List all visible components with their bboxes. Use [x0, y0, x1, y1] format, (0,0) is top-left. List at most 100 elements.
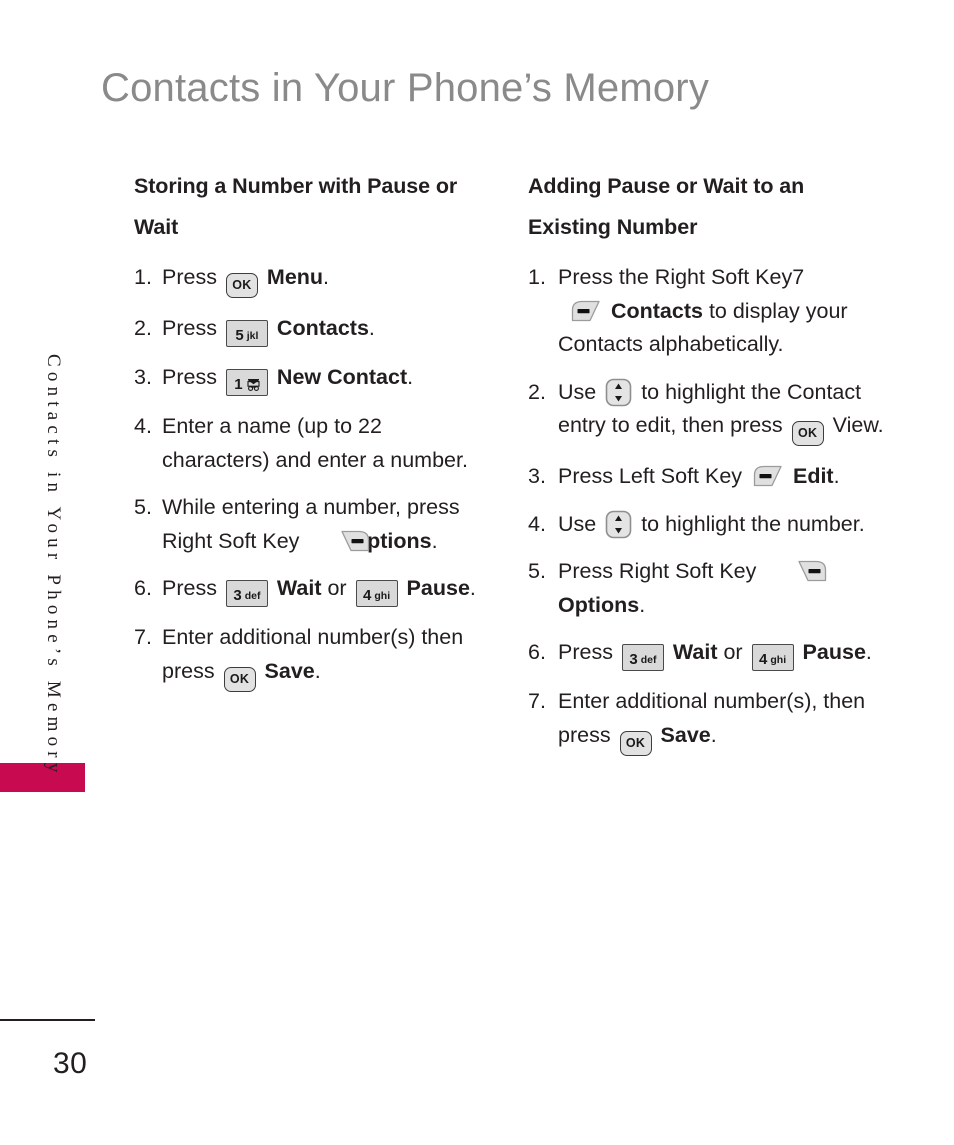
left-column: Storing a Number with Pause or Wait 1. Pr…	[134, 166, 494, 706]
keypad-5-key-icon: 5 jkl	[225, 320, 268, 347]
left_column-step-item: 5. While entering a number, press Right S…	[134, 491, 494, 558]
right_column-step-4-text: to highlight the number.	[635, 511, 865, 536]
right-soft-key-icon	[309, 530, 370, 552]
keypad-letters: def	[244, 590, 261, 602]
left_column-step-2-emphasis: Contacts	[270, 316, 369, 340]
step-number: 6.	[528, 640, 546, 664]
left_column-step-item: 4. Enter a name (up to 22 characters) and…	[134, 410, 494, 477]
keypad-digit: 5	[235, 327, 244, 344]
right_column-step-5-emphasis: Options	[558, 592, 640, 617]
vertical-chapter-label: Contacts in Your Phone’s Memory	[43, 354, 64, 778]
step-number: 3.	[528, 464, 546, 488]
right_column-step-3-emphasis: Edit	[787, 464, 834, 488]
right_column-step-7-text: .	[710, 722, 717, 747]
right_column-step-3-text: .	[833, 464, 840, 488]
left_column-step-5-text: .	[431, 528, 438, 553]
keypad-digit: 3	[233, 587, 242, 604]
keypad-letters: ghi	[770, 654, 787, 666]
navigation-up-down-key-icon	[605, 510, 632, 539]
left_column-step-1-emphasis: Menu	[260, 265, 324, 289]
ok-key-icon: OK	[791, 421, 824, 446]
keypad-3-key-icon: 3 def	[621, 644, 664, 671]
step-number: 3.	[134, 365, 152, 389]
right_column-step-item: 2. Use to highlight the Contact entry to …	[528, 376, 888, 446]
step-number: 5.	[134, 495, 152, 519]
left_column-step-item: 7. Enter additional number(s) then press …	[134, 621, 494, 692]
left_column-step-item: 3. Press 1 New Contact.	[134, 361, 494, 396]
left-soft-key-icon	[570, 300, 601, 322]
step-number: 1.	[134, 265, 152, 289]
right_column-step-2-text: View.	[826, 413, 884, 437]
left_column-step-6-emphasis: Wait	[270, 576, 322, 600]
left_column-step-6-text: .	[469, 576, 476, 600]
keypad-4-key-icon: 4 ghi	[751, 644, 794, 671]
right-section-heading: Adding Pause or Wait to an Existing Numb…	[528, 174, 805, 239]
right_column-step-item: 7. Enter additional number(s), then press…	[528, 685, 888, 756]
left-soft-key-icon	[752, 465, 783, 487]
keypad-3-key-icon: 3 def	[225, 580, 268, 607]
right_column-step-item: 1. Press the Right Soft Key7 Contacts to …	[528, 261, 888, 362]
left_column-step-item: 6. Press 3 def Wait or 4 ghi Pause.	[134, 572, 494, 607]
left_column-step-item: 1. Press OK Menu.	[134, 261, 494, 298]
left_column-step-3-text: Press	[162, 365, 223, 389]
step-number: 6.	[134, 576, 152, 600]
right_column-step-5-text: .	[639, 592, 646, 617]
right_column-step-6-text: Press	[558, 640, 619, 664]
left-section-heading: Storing a Number with Pause or Wait	[134, 174, 458, 239]
step-number: 2.	[528, 379, 546, 404]
step-number: 5.	[528, 559, 546, 583]
right_column-step-item: 4. Use to highlight the number.	[528, 508, 888, 542]
left_column-step-1-text: Press	[162, 265, 223, 289]
step-number: 1.	[528, 265, 546, 289]
right_column-step-3-text: Press Left Soft Key	[558, 464, 749, 488]
right_column-step-item: 3. Press Left Soft Key Edit.	[528, 460, 888, 494]
right_column-step-6-text: .	[865, 640, 872, 664]
right_column-step-6-emphasis: Pause	[796, 640, 866, 664]
left_column-step-7-text: .	[314, 658, 321, 683]
step-number: 4.	[134, 414, 152, 438]
keypad-1-key-icon: 1	[225, 369, 268, 396]
left_column-step-7-emphasis: Save	[258, 658, 315, 683]
ok-key-icon: OK	[225, 273, 258, 298]
right_column-step-4-text: Use	[558, 511, 603, 536]
left_column-step-2-text: Press	[162, 316, 223, 340]
keypad-letters: jkl	[246, 330, 259, 342]
right_column-step-1-emphasis: Contacts	[605, 298, 703, 323]
right_column-step-1-text: to display your Contacts alphabetically.	[558, 298, 848, 357]
left_column-step-item: 2. Press 5 jkl Contacts.	[134, 312, 494, 347]
ok-key-icon: OK	[619, 730, 652, 756]
keypad-digit: 3	[629, 651, 638, 668]
keypad-digit: 4	[759, 651, 768, 668]
step-number: 7.	[134, 625, 152, 649]
right_column-step-1-text: Press the Right Soft Key7	[558, 265, 805, 289]
right_column-step-6-emphasis: Wait	[666, 640, 718, 664]
keypad-letters: ghi	[374, 590, 391, 602]
page-title: Contacts in Your Phone’s Memory	[101, 66, 710, 110]
keypad-4-key-icon: 4 ghi	[355, 580, 398, 607]
keypad-digit: 1	[234, 376, 243, 393]
right_column-step-7-emphasis: Save	[654, 722, 711, 747]
right_column-step-2-text: Use	[558, 379, 603, 404]
keypad-digit: 4	[363, 587, 372, 604]
voicemail-icon	[247, 372, 260, 391]
left_column-step-6-text: Press	[162, 576, 223, 600]
right_column-step-5-text: Press Right Soft Key	[558, 559, 763, 583]
left-steps-list: 1. Press OK Menu. 2. Press 5 jkl Contacts. 3.…	[134, 261, 494, 692]
step-number: 7.	[528, 689, 546, 713]
left_column-step-3-emphasis: New Contact	[270, 365, 408, 389]
step-number: 2.	[134, 316, 152, 340]
right_column-step-6-text: or	[717, 640, 749, 664]
page-number: 30	[53, 1047, 88, 1080]
right_column-step-item: 5. Press Right Soft Key Options.	[528, 555, 888, 622]
left_column-step-2-text: .	[368, 316, 375, 340]
left_column-step-4-text: Enter a name (up to 22 characters) and e…	[162, 414, 468, 472]
right-column: Adding Pause or Wait to an Existing Numb…	[528, 166, 888, 770]
right-soft-key-icon	[766, 560, 827, 582]
left_column-step-1-text: .	[323, 265, 330, 289]
navigation-up-down-key-icon	[605, 378, 632, 407]
keypad-letters: def	[640, 654, 657, 666]
left_column-step-6-emphasis: Pause	[400, 576, 470, 600]
footer-divider	[0, 1019, 95, 1021]
right_column-step-item: 6. Press 3 def Wait or 4 ghi Pause.	[528, 636, 888, 671]
step-number: 4.	[528, 511, 546, 536]
